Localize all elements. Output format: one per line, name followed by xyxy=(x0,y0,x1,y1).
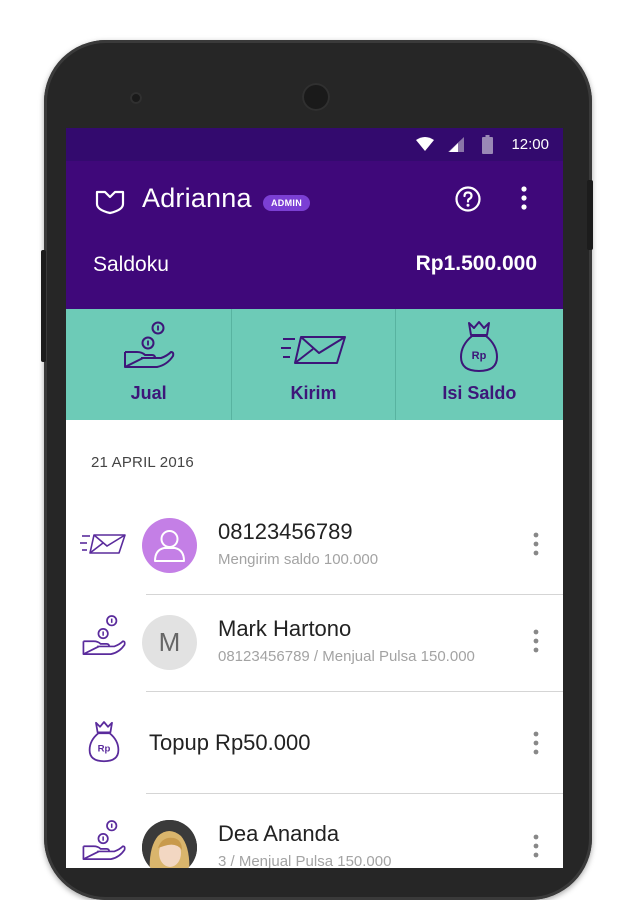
balance-value: Rp1.500.000 xyxy=(415,252,537,275)
app-header: Adrianna ADMIN Saldoku Rp1.500.000 xyxy=(66,161,563,309)
signal-icon xyxy=(448,137,464,152)
item-title: 08123456789 xyxy=(218,519,353,544)
svg-text:Rp: Rp xyxy=(472,350,487,362)
person-photo xyxy=(142,820,197,868)
list-divider xyxy=(146,594,563,595)
sell-action-label: Jual xyxy=(130,383,167,403)
send-action-button[interactable]: Kirim xyxy=(232,309,396,420)
list-item[interactable]: Dea Ananda 3 / Menjual Pulsa 150.000 xyxy=(66,820,563,868)
item-menu-icon[interactable] xyxy=(529,628,543,654)
earpiece-speaker xyxy=(302,83,330,111)
power-button xyxy=(587,180,593,250)
date-header: 21 APRIL 2016 xyxy=(91,454,194,471)
user-name: Adrianna xyxy=(142,183,252,213)
item-subtitle: Mengirim saldo 100.000 xyxy=(218,551,379,568)
front-camera xyxy=(130,92,142,104)
quick-actions: Jual Kirim Rp Isi Saldo xyxy=(66,309,563,420)
item-title: Topup Rp50.000 xyxy=(149,730,311,755)
overflow-menu-icon[interactable] xyxy=(512,183,536,213)
item-menu-icon[interactable] xyxy=(529,531,543,557)
send-action-label: Kirim xyxy=(290,383,337,403)
wifi-icon xyxy=(416,137,434,151)
item-menu-icon[interactable] xyxy=(529,833,543,859)
list-item[interactable]: Rp Topup Rp50.000 xyxy=(66,720,563,820)
hand-coins-icon xyxy=(82,820,126,860)
item-menu-icon[interactable] xyxy=(529,730,543,756)
status-bar: 12:00 xyxy=(66,128,563,161)
help-icon[interactable] xyxy=(454,185,482,213)
list-item[interactable]: 08123456789 Mengirim saldo 100.000 xyxy=(66,518,563,618)
money-bag-icon: Rp xyxy=(460,321,499,372)
avatar xyxy=(142,518,197,573)
avatar-initial: M xyxy=(158,627,181,657)
topup-action-button[interactable]: Rp Isi Saldo xyxy=(396,309,563,420)
list-divider xyxy=(146,793,563,794)
volume-button xyxy=(41,250,46,362)
envelope-send-icon xyxy=(80,534,126,554)
money-bag-icon: Rp xyxy=(88,721,120,763)
envelope-send-icon xyxy=(280,336,346,364)
status-time: 12:00 xyxy=(511,136,549,153)
person-icon xyxy=(154,530,185,562)
transaction-list: 21 APRIL 2016 08123456789 Mengirim saldo… xyxy=(66,420,563,868)
svg-text:Rp: Rp xyxy=(98,744,111,755)
avatar: M xyxy=(142,615,197,670)
item-title: Dea Ananda xyxy=(218,821,340,846)
list-item[interactable]: M Mark Hartono 08123456789 / Menjual Pul… xyxy=(66,615,563,715)
sell-action-button[interactable]: Jual xyxy=(66,309,233,420)
app-logo-icon xyxy=(95,190,125,215)
battery-icon xyxy=(482,135,493,154)
hand-coins-icon xyxy=(123,321,174,368)
app-screen: 12:00 Adrianna ADMIN Saldoku Rp1.500.000 xyxy=(66,128,563,868)
role-badge: ADMIN xyxy=(263,195,310,211)
balance-label: Saldoku xyxy=(93,253,169,276)
hand-coins-icon xyxy=(82,615,126,655)
topup-action-label: Isi Saldo xyxy=(442,383,517,403)
item-subtitle: 08123456789 / Menjual Pulsa 150.000 xyxy=(218,648,475,665)
item-title: Mark Hartono xyxy=(218,616,352,641)
avatar-photo xyxy=(142,820,197,868)
list-divider xyxy=(146,691,563,692)
